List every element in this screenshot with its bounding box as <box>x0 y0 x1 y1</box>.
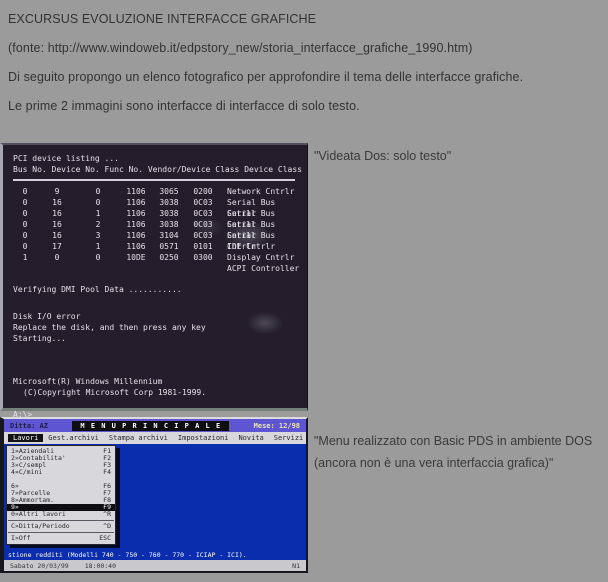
replace-disk-line: Replace the disk, and then press any key <box>13 322 307 333</box>
pci-cell-class: 0300 <box>185 252 221 263</box>
dropdown-item <box>7 476 115 483</box>
dropdown-item: 0»Altri lavori ^R <box>7 511 115 518</box>
pci-cell-bus: 0 <box>13 241 37 252</box>
menu-principale-title: M E N U P R I N C I P A L E <box>72 421 229 431</box>
pci-cell-name: IDE Cntrlr <box>221 241 307 252</box>
menu-title-bar: Ditta: AZ M E N U P R I N C I P A L E Me… <box>4 419 306 432</box>
dropdown-separator <box>8 520 114 521</box>
status-bar: Sabato 20/03/99 18:00:40 N1 <box>4 560 306 571</box>
pci-cell-vendor: 1106 <box>119 241 153 252</box>
pci-cell-dev_id: 0571 <box>153 241 185 252</box>
dropdown-item-key: ^R <box>103 511 111 518</box>
dropdown-separator <box>8 532 114 533</box>
menubar-item-novita: Novita <box>233 434 268 442</box>
caption-basic-menu-line2: (ancora non è una vera interfaccia grafi… <box>314 452 592 474</box>
pci-row: 0163110631040C03Serial Bus Cntrlr <box>13 230 307 241</box>
status-date: Sabato 20/03/99 <box>10 562 69 570</box>
pci-cell-class: 0200 <box>185 186 221 197</box>
pci-cell-device: 0 <box>37 252 77 263</box>
dropdown-item-label: C»Ditta/Periodo <box>11 523 70 530</box>
windows-brand-lines: Microsoft(R) Windows Millennium (C)Copyr… <box>13 376 307 398</box>
dropdown-item-key: ESC <box>99 535 111 542</box>
windows-millennium-line: Microsoft(R) Windows Millennium <box>13 376 307 387</box>
pci-cell-device: 9 <box>37 186 77 197</box>
pci-cell-vendor: 1106 <box>119 186 153 197</box>
basic-menu-screenshot: Ditta: AZ M E N U P R I N C I P A L E Me… <box>0 417 308 573</box>
menubar-item-impostazioni: Impostazioni <box>173 434 234 442</box>
pci-cell-func: 0 <box>77 186 119 197</box>
pci-cell-name: Network Cntrlr <box>221 186 307 197</box>
starting-line: Starting... <box>13 333 307 344</box>
pci-row: 0160110630380C03Serial Bus Cntrlr <box>13 197 307 208</box>
pci-cell-vendor: 10DE <box>119 252 153 263</box>
status-indicator: N1 <box>292 562 300 570</box>
pci-row: 090110630650200Network Cntrlr <box>13 186 307 197</box>
pci-row: 10010DE02500300Display Cntrlr <box>13 252 307 263</box>
menu-bar: LavoriGest.archiviStampa archiviImpostaz… <box>4 432 306 444</box>
doc-source-url: (fonte: http://www.windoweb.it/edpstory_… <box>8 41 473 55</box>
menubar-item-stampa-archivi: Stampa archivi <box>104 434 173 442</box>
dropdown-item-key: F4 <box>103 469 111 476</box>
menu-screen-area: 1»AziendaliF12»Contabilita'F23»C/semplF3… <box>4 444 306 560</box>
dropdown-item-label: I»Off <box>11 535 31 542</box>
dropdown-item: 8»Ammortam.F8 <box>7 497 115 504</box>
doc-paragraph-note: Le prime 2 immagini sono interfacce di i… <box>8 99 360 113</box>
pci-row: 0171110605710101IDE Cntrlr <box>13 241 307 252</box>
month-label: Mese: 12/98 <box>254 422 300 430</box>
dropdown-menu: 1»AziendaliF12»Contabilita'F23»C/semplF3… <box>6 445 116 545</box>
boot-messages: Disk I/O error Replace the disk, and the… <box>13 311 307 344</box>
dropdown-item: 4»C/mini F4 <box>7 469 115 476</box>
pci-cell-func: 0 <box>77 252 119 263</box>
caption-dos-screen: "Videata Dos: solo testo" <box>314 149 451 163</box>
pci-table-separator <box>13 179 295 181</box>
pci-cell-func: 1 <box>77 241 119 252</box>
pci-cell-bus: 0 <box>13 186 37 197</box>
dropdown-item-label: 0»Altri lavori <box>11 511 66 518</box>
pci-row: 0161110630380C03Serial Bus Cntrlr <box>13 208 307 219</box>
dropdown-item: C»Ditta/Periodo ^D <box>7 523 115 530</box>
pci-table-body: 090110630650200Network Cntrlr01601106303… <box>13 186 307 263</box>
pci-cell-name: Display Cntrlr <box>221 252 307 263</box>
dropdown-item-label: 4»C/mini <box>11 469 42 476</box>
disk-error-line: Disk I/O error <box>13 311 307 322</box>
dropdown-item-key: ^D <box>103 523 111 530</box>
caption-basic-menu-line1: "Menu realizzato con Basic PDS in ambien… <box>314 430 592 452</box>
menubar-item-servizi: Servizi <box>269 434 309 442</box>
doc-paragraph-intro: Di seguito propongo un elenco fotografic… <box>8 70 523 84</box>
verifying-dmi-line: Verifying DMI Pool Data ........... <box>13 284 307 295</box>
caption-basic-menu: "Menu realizzato con Basic PDS in ambien… <box>314 430 592 474</box>
status-time: 18:00:40 <box>85 562 116 570</box>
pci-cell-bus: 1 <box>13 252 37 263</box>
menubar-item-lavori: Lavori <box>8 434 43 442</box>
acpi-controller-line: ACPI Controller <box>227 263 307 274</box>
screen-message-line: stione redditi (Modelli 740 - 750 - 760 … <box>8 551 247 559</box>
pci-row: 0162110630380C03Serial Bus Cntrlr <box>13 219 307 230</box>
dos-boot-screenshot: PCI device listing ... Bus No. Device No… <box>0 143 308 411</box>
pci-cell-dev_id: 0250 <box>153 252 185 263</box>
dropdown-item: I»Off ESC <box>7 535 115 542</box>
copyright-line: (C)Copyright Microsoft Corp 1981-1999. <box>13 387 307 398</box>
pci-listing-title: PCI device listing ... <box>13 153 307 164</box>
pci-cell-device: 17 <box>37 241 77 252</box>
doc-title: EXCURSUS EVOLUZIONE INTERFACCE GRAFICHE <box>8 12 316 26</box>
pci-cell-class: 0101 <box>185 241 221 252</box>
company-label: Ditta: AZ <box>10 422 48 430</box>
menubar-item-gest-archivi: Gest.archivi <box>43 434 104 442</box>
pci-cell-dev_id: 3065 <box>153 186 185 197</box>
pci-table-header: Bus No. Device No. Func No. Vendor/Devic… <box>13 164 307 175</box>
